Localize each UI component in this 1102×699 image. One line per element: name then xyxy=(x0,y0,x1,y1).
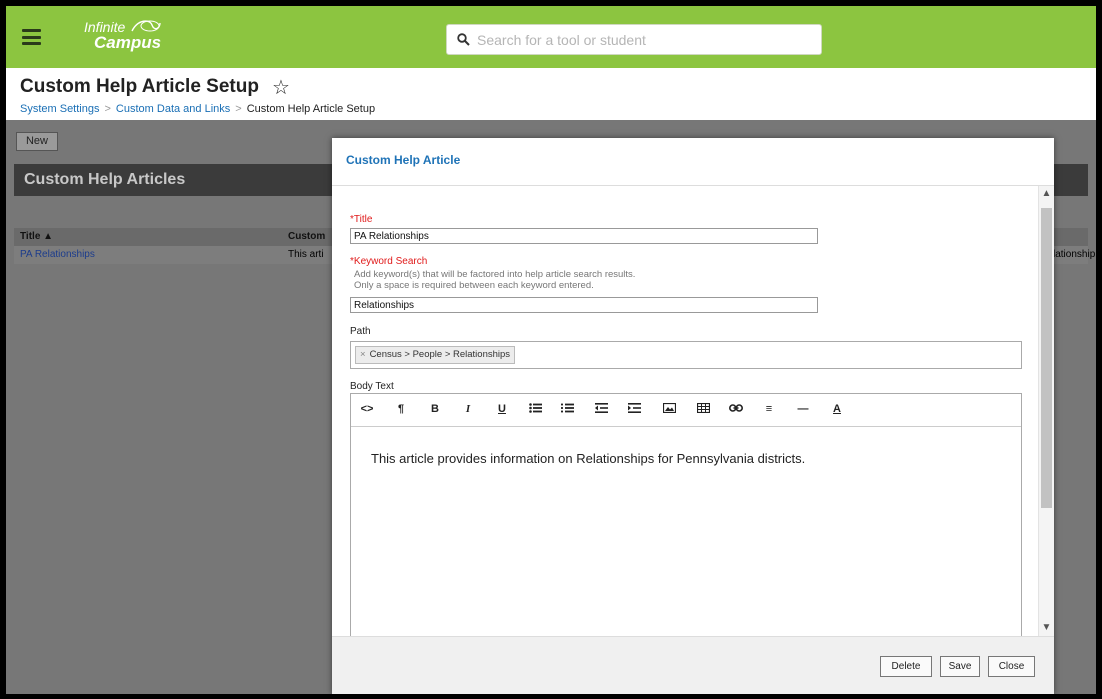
ordered-list-icon[interactable] xyxy=(559,403,575,416)
favorite-star-icon[interactable]: ☆ xyxy=(272,75,290,100)
remove-chip-icon[interactable]: × xyxy=(360,349,366,360)
search-box xyxy=(446,24,822,55)
horizontal-rule-icon[interactable]: — xyxy=(795,403,811,415)
keyword-search-label: *Keyword Search xyxy=(350,256,428,267)
path-selector[interactable]: × Census > People > Relationships xyxy=(350,341,1022,369)
scroll-down-icon[interactable]: ▼ xyxy=(1039,620,1054,636)
close-button[interactable]: Close xyxy=(988,656,1035,677)
column-title: Title ▲ xyxy=(20,231,54,242)
dialog-header: Custom Help Article xyxy=(332,138,1054,186)
editor-content[interactable]: This article provides information on Rel… xyxy=(371,451,805,466)
underline-icon[interactable]: U xyxy=(494,403,510,415)
row-desc: This arti xyxy=(288,249,324,260)
page-title: Custom Help Article Setup xyxy=(20,76,259,97)
body-text-label: Body Text xyxy=(350,381,394,392)
page-header: Custom Help Article Setup ☆ System Setti… xyxy=(6,68,1096,120)
title-input[interactable] xyxy=(350,228,818,244)
bold-icon[interactable]: B xyxy=(427,403,443,415)
table-icon[interactable] xyxy=(695,402,711,416)
breadcrumb-system-settings[interactable]: System Settings xyxy=(20,103,99,115)
column-custom: Custom xyxy=(288,231,326,242)
outdent-icon[interactable] xyxy=(593,403,609,416)
search-icon xyxy=(457,33,470,46)
keyword-help-text-2: Only a space is required between each ke… xyxy=(354,280,594,291)
dialog-body: *Title *Keyword Search Add keyword(s) th… xyxy=(332,186,1054,636)
chevron-right-icon: > xyxy=(235,103,242,115)
align-icon[interactable]: ≡ xyxy=(761,403,777,415)
dialog-footer: Delete Save Close xyxy=(332,636,1054,694)
menu-icon[interactable] xyxy=(22,29,41,45)
image-icon[interactable] xyxy=(661,402,677,416)
breadcrumb-current: Custom Help Article Setup xyxy=(246,103,376,115)
logo-swoosh-icon xyxy=(131,20,161,32)
editor-toolbar: <> ¶ B I U ≡ — A xyxy=(351,394,1021,427)
scroll-up-icon[interactable]: ▲ xyxy=(1039,186,1054,202)
keyword-help-text: Add keyword(s) that will be factored int… xyxy=(354,269,636,280)
save-button[interactable]: Save xyxy=(940,656,980,677)
font-color-icon[interactable]: A xyxy=(829,403,845,415)
indent-icon[interactable] xyxy=(626,403,642,416)
title-label: *Title xyxy=(350,214,373,225)
link-icon[interactable] xyxy=(728,403,744,416)
vertical-scrollbar[interactable]: ▲ ▼ xyxy=(1038,186,1054,636)
italic-icon[interactable]: I xyxy=(460,403,476,415)
scrollbar-thumb[interactable] xyxy=(1041,208,1052,508)
rich-text-editor: <> ¶ B I U ≡ — A This article provides i… xyxy=(350,393,1022,636)
breadcrumb: System Settings > Custom Data and Links > Cu… xyxy=(20,103,375,115)
breadcrumb-custom-data-and-links[interactable]: Custom Data and Links xyxy=(116,103,230,115)
keyword-search-input[interactable] xyxy=(350,297,818,313)
delete-button[interactable]: Delete xyxy=(880,656,932,677)
search-input[interactable] xyxy=(477,30,807,50)
app-window: Infinite Campus Custom Help Article Setu… xyxy=(6,6,1096,694)
path-label: Path xyxy=(350,326,371,337)
code-view-icon[interactable]: <> xyxy=(359,403,375,415)
new-button: New xyxy=(16,132,58,151)
dialog-title: Custom Help Article xyxy=(346,153,461,167)
paragraph-icon[interactable]: ¶ xyxy=(393,403,409,415)
row-title: PA Relationships xyxy=(20,249,95,260)
infinite-campus-logo: Infinite Campus xyxy=(84,19,162,52)
custom-help-article-dialog: Custom Help Article *Title *Keyword Sear… xyxy=(332,138,1054,694)
unordered-list-icon[interactable] xyxy=(527,403,543,416)
path-chip: × Census > People > Relationships xyxy=(355,346,516,364)
chevron-right-icon: > xyxy=(104,103,111,115)
top-bar: Infinite Campus xyxy=(6,6,1096,68)
row-desc-right: lationship xyxy=(1053,249,1096,260)
